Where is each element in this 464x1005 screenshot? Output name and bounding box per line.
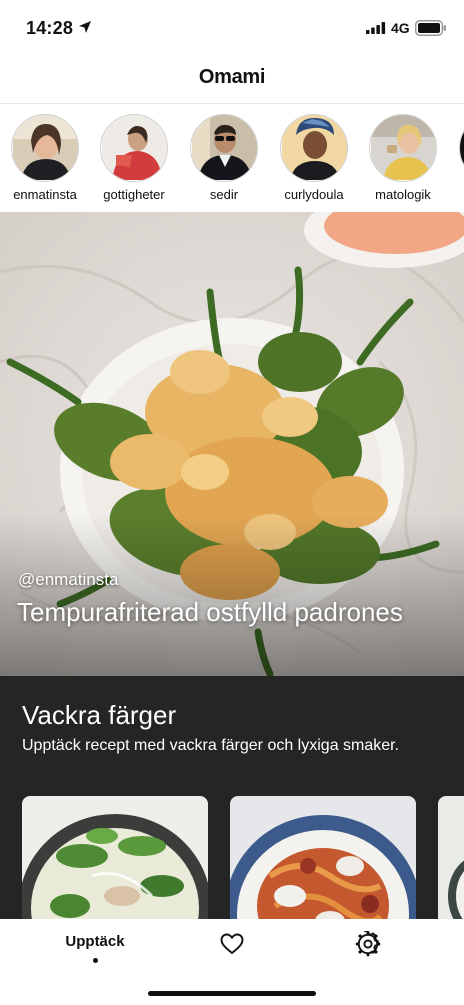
story-item[interactable]: gottigheter (92, 114, 176, 202)
recipe-card[interactable] (22, 796, 208, 919)
signal-icon (366, 22, 386, 34)
active-tab-indicator (92, 958, 98, 963)
recipe-card[interactable] (438, 796, 464, 919)
location-arrow-icon (79, 21, 91, 33)
story-name: gottigheter (103, 187, 165, 202)
recipe-author-handle[interactable]: @enmatinsta (18, 570, 118, 590)
tab-discover-label: Upptäck (65, 933, 125, 950)
recipe-title[interactable]: Tempurafriterad ostfylld padrones (17, 596, 437, 628)
tab-bar: Upptäck (0, 919, 464, 1005)
avatar[interactable] (190, 114, 258, 182)
collection-section: Vackra färger Upptäck recept med vackra … (0, 676, 464, 919)
avatar[interactable] (459, 114, 464, 182)
story-item[interactable]: enmatinsta (3, 114, 87, 202)
status-time: 14:28 (26, 18, 74, 38)
story-item[interactable]: sedir (182, 114, 266, 202)
tab-discover[interactable]: Upptäck (55, 933, 135, 973)
app-header: Omami (0, 56, 464, 104)
collection-title: Vackra färger (22, 700, 177, 730)
story-name: sedir (209, 187, 239, 202)
story-item[interactable]: matologik (361, 114, 445, 202)
story-item[interactable] (451, 114, 464, 182)
avatar[interactable] (369, 114, 437, 182)
featured-recipe[interactable]: @enmatinsta Tempurafriterad ostfylld pad… (0, 212, 464, 676)
status-bar: 14:28 4G (0, 0, 464, 56)
battery-icon (415, 20, 446, 36)
network-type: 4G (391, 20, 410, 36)
story-name: matologik (375, 187, 431, 202)
home-indicator (148, 991, 316, 996)
heart-icon[interactable] (219, 931, 245, 957)
recipe-card-image (22, 796, 208, 919)
recipe-card-image (438, 796, 464, 919)
story-name: curlydoula (284, 187, 344, 202)
avatar[interactable] (280, 114, 348, 182)
recipe-card[interactable] (230, 796, 416, 919)
gear-icon[interactable] (355, 931, 381, 957)
collection-description: Upptäck recept med vackra färger och lyx… (22, 737, 400, 754)
app-title: Omami (198, 66, 266, 88)
story-item[interactable]: curlydoula (272, 114, 356, 202)
stories-row[interactable]: enmatinsta gottigheter sedir curlydoula … (0, 104, 464, 212)
avatar[interactable] (100, 114, 168, 182)
story-name: enmatinsta (13, 187, 77, 202)
avatar[interactable] (11, 114, 79, 182)
recipe-card-image (230, 796, 416, 919)
